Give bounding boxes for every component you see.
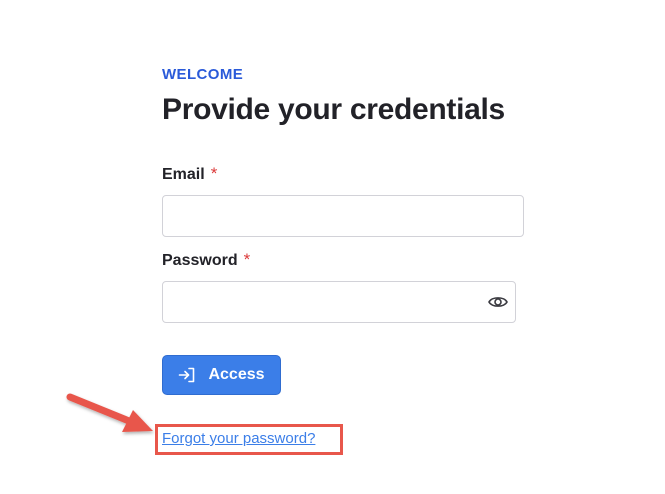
password-label: Password *	[162, 250, 250, 270]
forgot-password-link[interactable]: Forgot your password?	[162, 430, 315, 447]
eye-icon[interactable]	[487, 291, 509, 313]
password-label-text: Password	[162, 252, 238, 269]
page-title: Provide your credentials	[162, 93, 505, 126]
access-button[interactable]: Access	[162, 355, 281, 395]
email-label-text: Email	[162, 166, 205, 183]
access-button-label: Access	[208, 366, 265, 383]
welcome-eyebrow: WELCOME	[162, 66, 244, 83]
email-field[interactable]	[162, 195, 524, 237]
login-icon	[178, 367, 196, 383]
required-asterisk: *	[243, 250, 251, 269]
password-field[interactable]	[162, 281, 516, 323]
email-label: Email *	[162, 164, 217, 184]
required-asterisk: *	[210, 164, 218, 183]
pointer-arrow-icon	[66, 393, 153, 432]
